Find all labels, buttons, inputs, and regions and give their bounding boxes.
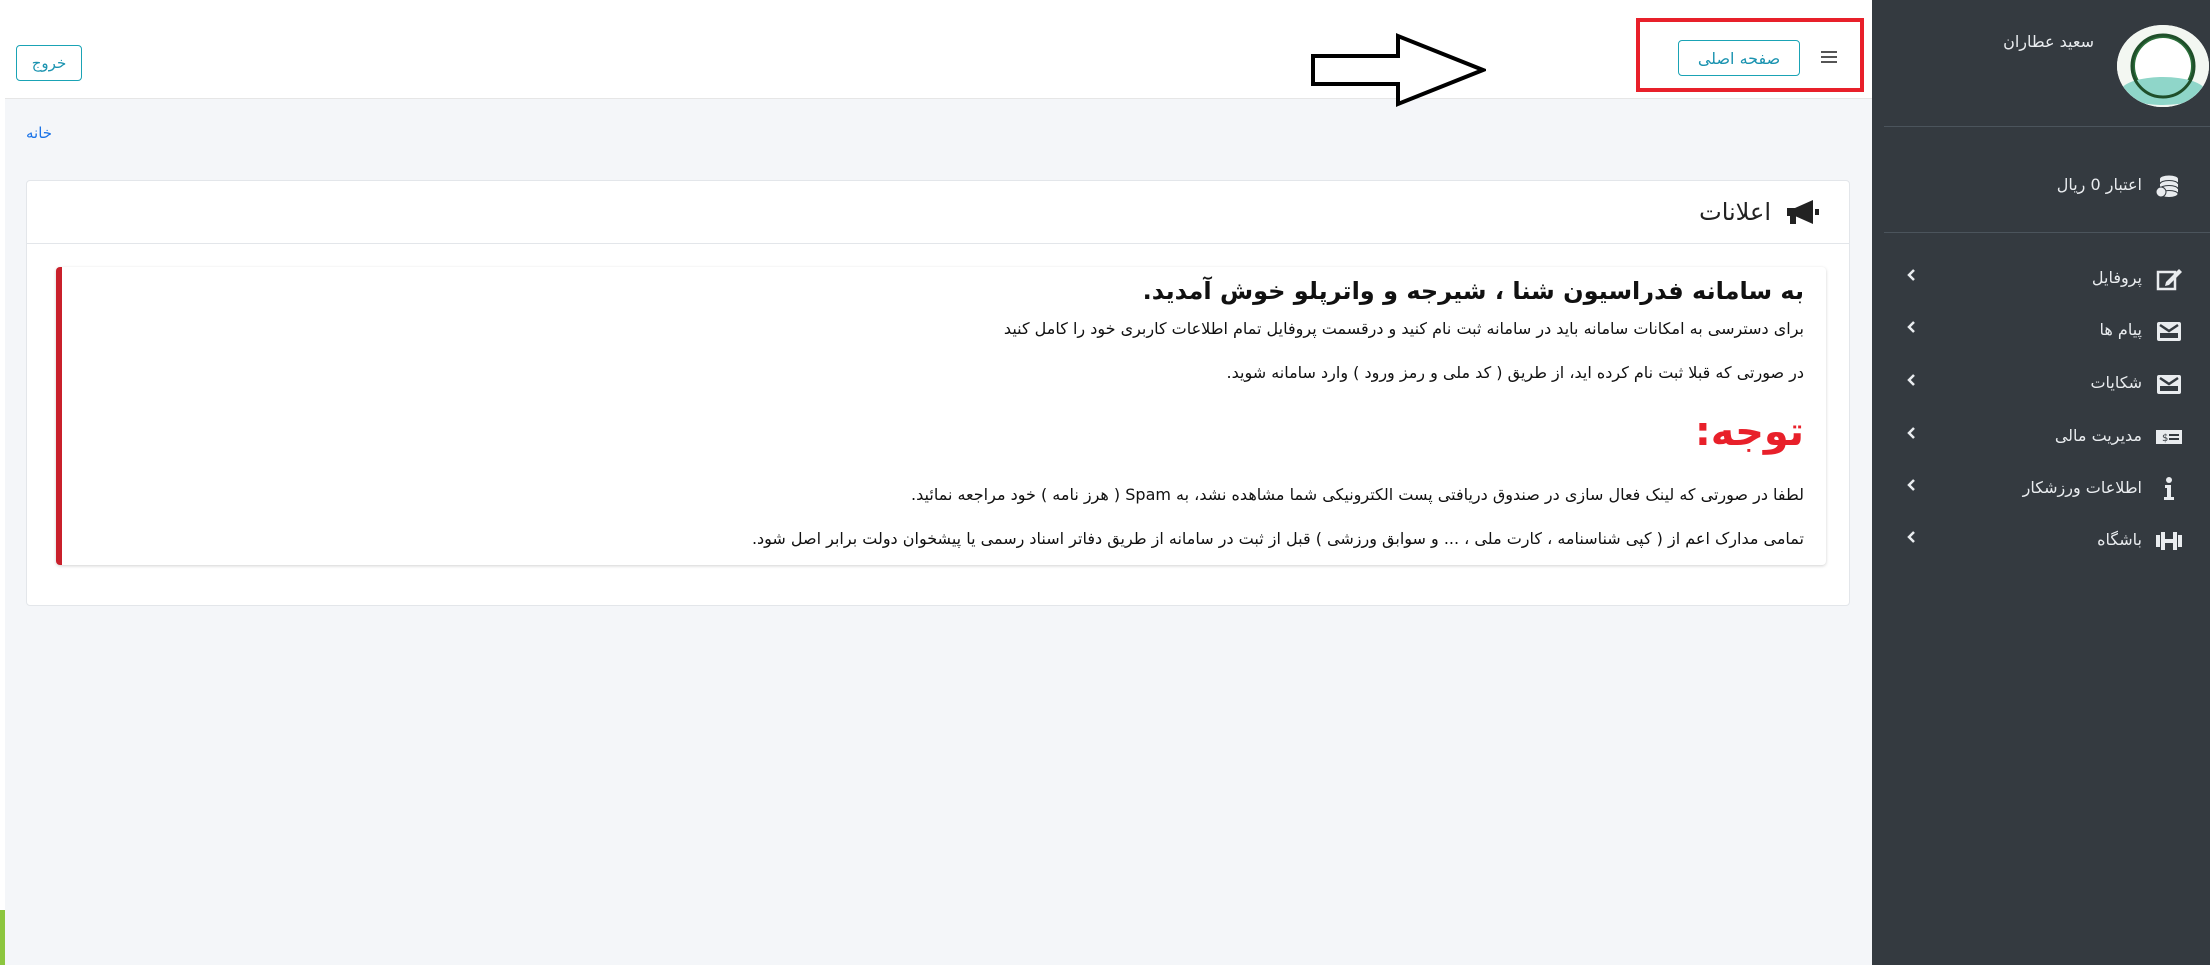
logout-button[interactable]: خروج [16, 45, 82, 81]
sidebar-item-club[interactable]: باشگاه [1872, 522, 2210, 562]
inbox-icon [2157, 322, 2181, 341]
annotation-arrow [1311, 33, 1486, 107]
card-title: اعلانات [1699, 198, 1771, 226]
info-icon [2164, 477, 2174, 500]
sidebar-item-messages[interactable]: پیام ها [1872, 312, 2210, 352]
spam-notice: لطفا در صورتی که لینک فعال سازی در صندوق… [911, 485, 1804, 504]
welcome-callout: به سامانه فدراسیون شنا ، شیرجه و واترپلو… [56, 267, 1826, 565]
sidebar-item-financial[interactable]: $ مدیریت مالی [1872, 418, 2210, 458]
home-page-button[interactable]: صفحه اصلی [1678, 40, 1800, 76]
inbox-icon [2157, 375, 2181, 394]
dumbbell-icon [2156, 532, 2182, 550]
top-strip [0, 0, 1872, 8]
coins-icon [2155, 175, 2179, 198]
attention-heading: توجه: [1694, 409, 1804, 455]
top-navbar [5, 8, 1872, 99]
chevron-left-icon [1907, 321, 1915, 333]
sidebar-item-label: پیام ها [2099, 320, 2142, 339]
chevron-left-icon [1907, 374, 1915, 386]
sidebar-divider [1884, 126, 2210, 127]
sidebar-item-label: اطلاعات ورزشکار [2022, 478, 2142, 497]
welcome-heading: به سامانه فدراسیون شنا ، شیرجه و واترپلو… [1142, 277, 1804, 305]
sidebar-item-profile[interactable]: پروفایل [1872, 260, 2210, 300]
sidebar-divider [1884, 232, 2210, 233]
hamburger-menu-icon[interactable] [1818, 46, 1840, 68]
announcements-card: اعلانات به سامانه فدراسیون شنا ، شیرجه و… [26, 180, 1850, 606]
chevron-left-icon [1907, 531, 1915, 543]
sidebar-item-label: باشگاه [2097, 530, 2142, 549]
card-header: اعلانات [27, 181, 1849, 244]
sidebar-item-label: مدیریت مالی [2054, 426, 2142, 445]
register-instruction: برای دسترسی به امکانات سامانه باید در سا… [1003, 319, 1804, 338]
chevron-left-icon [1907, 427, 1915, 439]
sidebar-item-label: پروفایل [2091, 268, 2142, 287]
documents-notice: تمامی مدارک اعم از ( کپی شناسنامه ، کارت… [751, 529, 1804, 548]
edit-icon [2156, 269, 2182, 291]
user-name: سعید عطاران [2003, 32, 2094, 51]
sidebar-item-athlete-info[interactable]: اطلاعات ورزشکار [1872, 470, 2210, 510]
chevron-left-icon [1907, 269, 1915, 281]
credit-balance: اعتبار 0 ریال [2056, 175, 2142, 194]
breadcrumb-home-link[interactable]: خانه [26, 124, 52, 142]
svg-text:$: $ [2162, 433, 2168, 444]
sidebar-item-complaints[interactable]: شکایات [1872, 365, 2210, 405]
sidebar-item-label: شکایات [2090, 373, 2142, 392]
chevron-left-icon [1907, 479, 1915, 491]
avatar[interactable] [2117, 25, 2209, 107]
login-instruction: در صورتی که قبلا ثبت نام کرده اید، از طر… [1226, 363, 1805, 382]
money-bill-icon: $ [2156, 430, 2182, 444]
megaphone-icon [1787, 200, 1819, 224]
